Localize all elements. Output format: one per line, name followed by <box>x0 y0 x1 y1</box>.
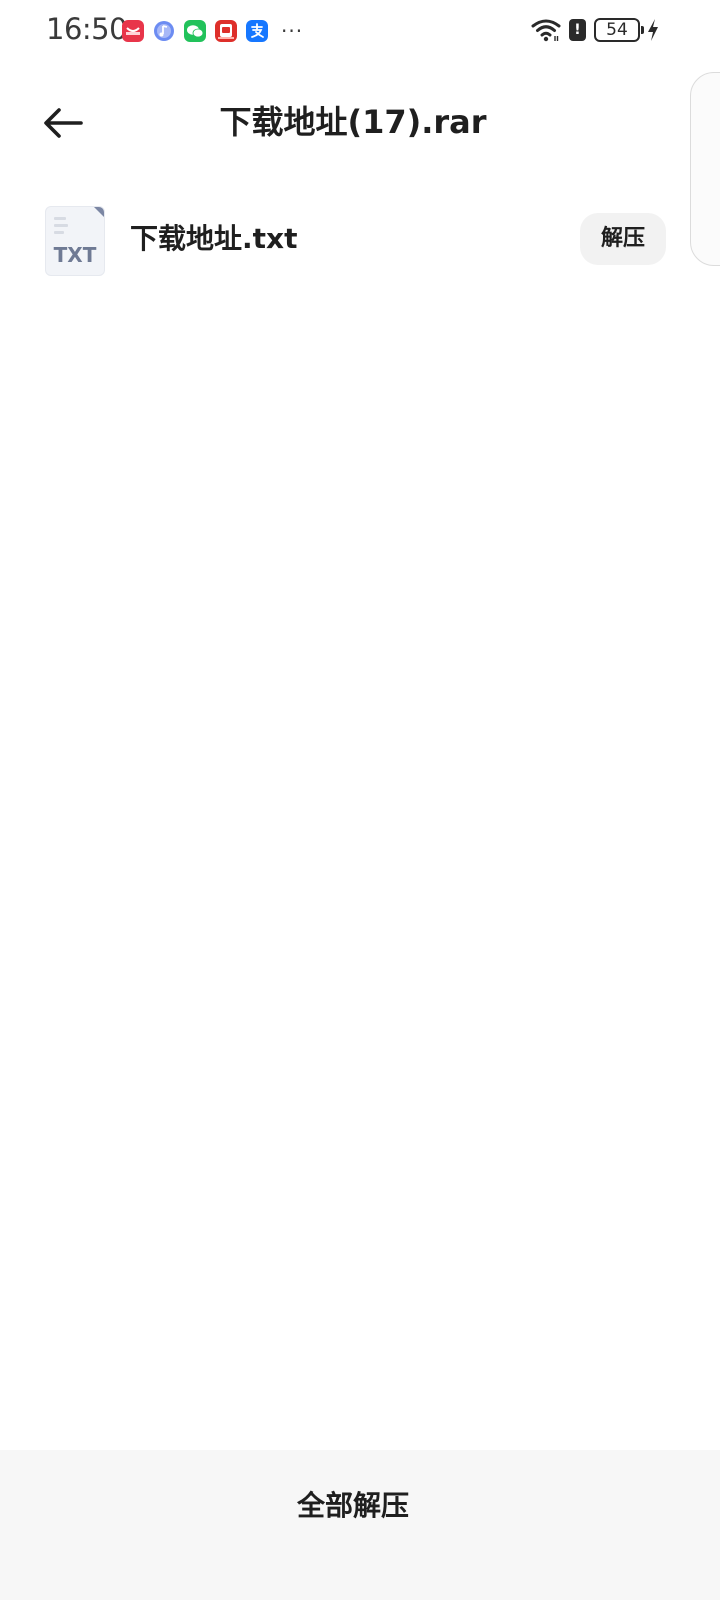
app-header: 下载地址(17).rar <box>0 80 720 164</box>
status-bar: 16:50 ··· ! 54 <box>0 0 720 64</box>
file-name: 下载地址.txt <box>130 222 298 255</box>
extract-all-button[interactable]: 全部解压 <box>0 1484 706 1528</box>
txt-file-icon: TXT <box>45 206 105 276</box>
charging-icon <box>648 19 658 41</box>
wechat-icon <box>184 20 206 42</box>
system-indicators: ! 54 <box>531 18 660 42</box>
wifi-icon <box>531 19 561 42</box>
battery-indicator: 54 <box>594 18 644 42</box>
more-notifications-icon: ··· <box>281 19 304 43</box>
alert-icon: ! <box>569 19 586 41</box>
list-item[interactable]: TXT 下载地址.txt 解压 <box>0 196 706 286</box>
extract-button[interactable]: 解压 <box>580 213 666 265</box>
notification-icons: ··· <box>122 20 303 42</box>
status-time: 16:50 <box>46 12 128 46</box>
bottom-action-bar: 全部解压 <box>0 1450 720 1600</box>
red-badge-app-icon <box>215 20 237 42</box>
red-app-icon <box>122 20 144 42</box>
page-title: 下载地址(17).rar <box>219 103 487 141</box>
file-type-label: TXT <box>53 243 97 267</box>
music-app-icon <box>153 20 175 42</box>
alipay-icon <box>246 20 268 42</box>
